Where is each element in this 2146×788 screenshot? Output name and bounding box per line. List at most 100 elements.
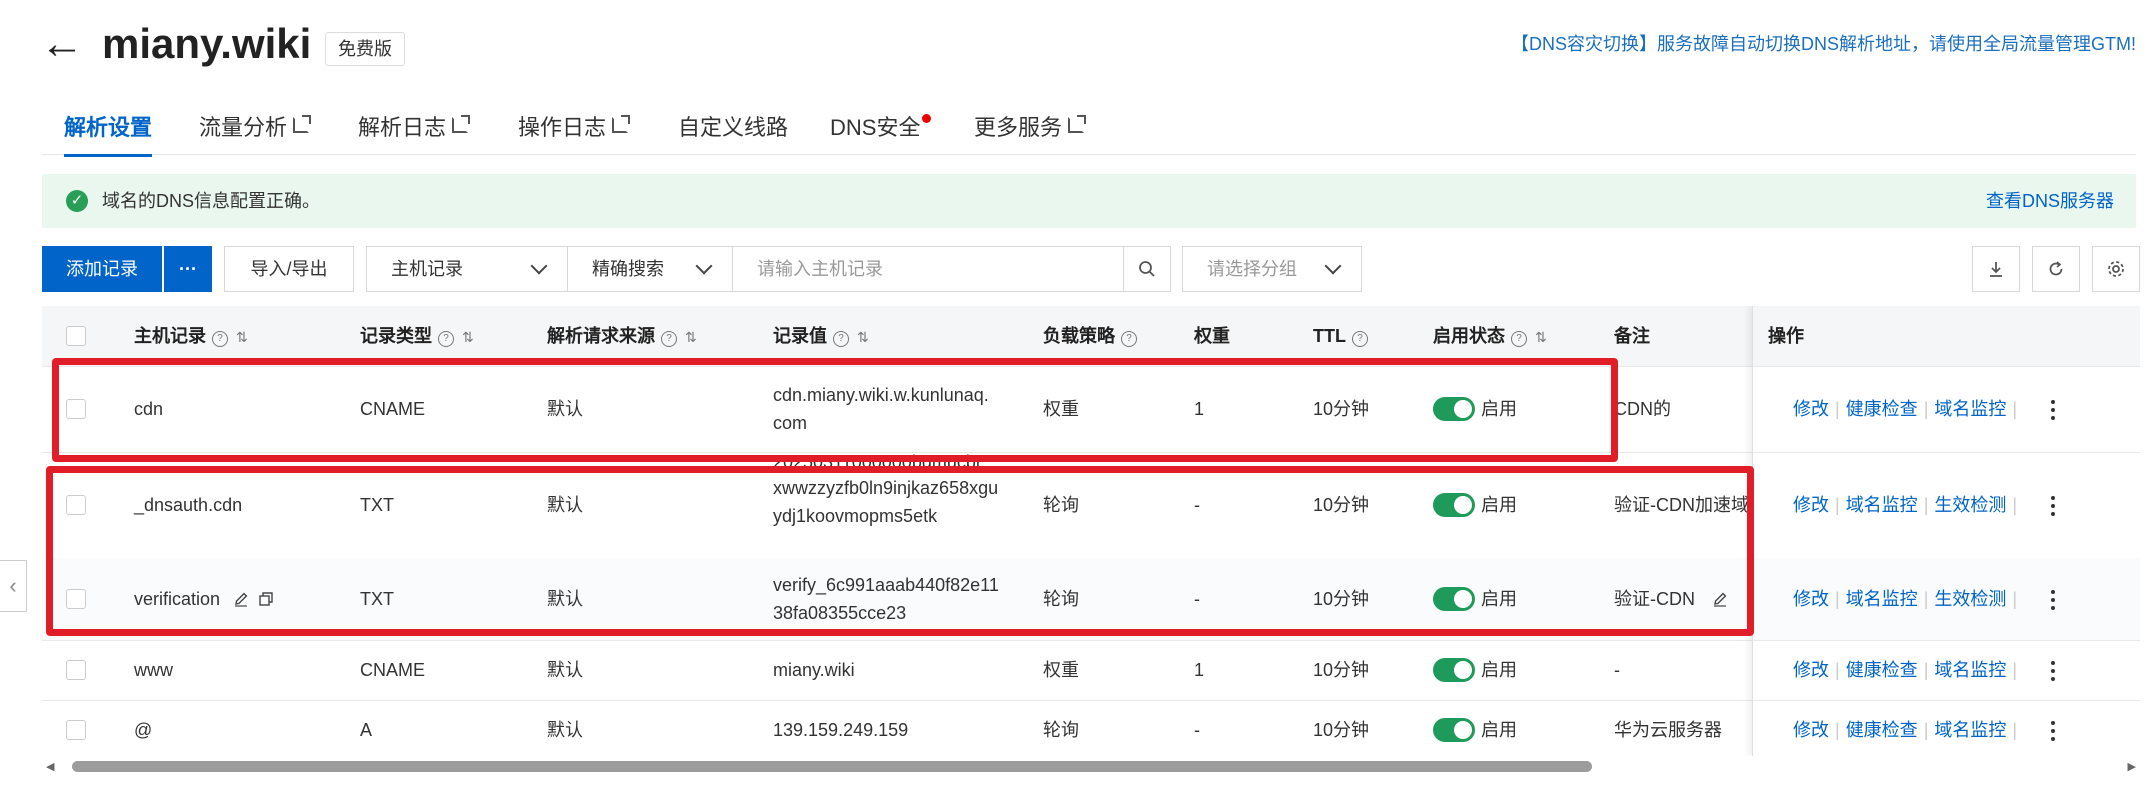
help-icon: ? — [1511, 331, 1527, 347]
more-vertical-icon[interactable] — [2051, 590, 2055, 610]
sort-icon: ⇅ — [685, 329, 697, 345]
chevron-down-icon — [695, 257, 713, 275]
tab-bar: 解析设置 流量分析 解析日志 操作日志 自定义线路 DNS安全 更多服务 — [42, 108, 2136, 157]
health-check-link[interactable]: 健康检查 — [1846, 720, 1918, 740]
external-link-icon — [293, 115, 312, 133]
collapse-sidebar-icon[interactable]: ‹ — [0, 560, 27, 612]
domain-monitor-link[interactable]: 域名监控 — [1934, 660, 2006, 680]
cell-policy: 权重 — [1043, 660, 1079, 680]
cell-type: A — [360, 720, 373, 740]
highlight-box — [46, 466, 1754, 636]
header-weight: 权重 — [1194, 326, 1230, 346]
tab-operation-logs[interactable]: 操作日志 — [518, 108, 631, 154]
add-record-button[interactable]: 添加记录 — [42, 246, 162, 292]
more-vertical-icon[interactable] — [2051, 496, 2055, 516]
settings-gear-icon[interactable] — [2092, 246, 2140, 292]
download-icon[interactable] — [1972, 246, 2020, 292]
row-ops: 修改 | 域名监控 | 生效检测 | — [1793, 495, 2018, 515]
header-ttl: TTL? — [1313, 322, 1368, 350]
select-all-checkbox[interactable] — [66, 326, 86, 346]
search-input[interactable]: 请输入主机记录 — [732, 246, 1124, 292]
tab-dns-settings[interactable]: 解析设置 — [64, 108, 153, 157]
edit-link[interactable]: 修改 — [1793, 495, 1829, 515]
status-toggle[interactable] — [1433, 718, 1475, 742]
cell-weight: 1 — [1194, 660, 1205, 680]
chevron-down-icon — [530, 257, 548, 275]
row-checkbox[interactable] — [66, 720, 86, 740]
search-field-select[interactable]: 主机记录 — [366, 246, 568, 292]
search-icon[interactable] — [1123, 246, 1171, 292]
refresh-icon[interactable] — [2032, 246, 2080, 292]
check-circle-icon: ✓ — [66, 190, 88, 212]
row-checkbox[interactable] — [66, 660, 86, 680]
tab-dns-logs[interactable]: 解析日志 — [358, 108, 471, 154]
help-icon: ? — [438, 331, 454, 347]
domain-monitor-link[interactable]: 域名监控 — [1846, 589, 1918, 609]
cell-policy: 轮询 — [1043, 720, 1079, 740]
alert-message: 域名的DNS信息配置正确。 — [102, 191, 321, 211]
more-vertical-icon[interactable] — [2051, 661, 2055, 681]
edit-link[interactable]: 修改 — [1793, 720, 1829, 740]
scrollbar-thumb[interactable] — [72, 761, 1592, 772]
cell-type: CNAME — [360, 660, 426, 680]
tab-dns-security[interactable]: DNS安全 — [830, 108, 932, 154]
row-ops: 修改 | 健康检查 | 域名监控 | — [1793, 660, 2018, 680]
cell-value: 139.159.249.159 — [773, 720, 909, 740]
status-label: 启用 — [1481, 720, 1517, 740]
import-export-button[interactable]: 导入/导出 — [224, 246, 354, 292]
edit-link[interactable]: 修改 — [1793, 660, 1829, 680]
header-policy: 负载策略? — [1043, 322, 1137, 350]
scroll-right-icon[interactable]: ▶ — [2128, 760, 2136, 773]
cell-source: 默认 — [547, 660, 583, 680]
header-value[interactable]: 记录值? ⇅ — [773, 322, 869, 351]
cell-host: @ — [134, 720, 153, 740]
add-more-button[interactable]: ··· — [164, 246, 212, 292]
edit-link[interactable]: 修改 — [1793, 589, 1829, 609]
view-dns-servers-link[interactable]: 查看DNS服务器 — [1986, 188, 2114, 214]
edit-link[interactable]: 修改 — [1793, 399, 1829, 419]
cell-remark: - — [1614, 660, 1620, 680]
tab-traffic-analysis[interactable]: 流量分析 — [199, 108, 312, 154]
effect-check-link[interactable]: 生效检测 — [1934, 495, 2006, 515]
effect-check-link[interactable]: 生效检测 — [1934, 589, 2006, 609]
more-vertical-icon[interactable] — [2051, 400, 2055, 420]
gtm-notice-link[interactable]: 【DNS容灾切换】服务故障自动切换DNS解析地址，请使用全局流量管理GTM! — [1511, 30, 2136, 58]
edition-badge: 免费版 — [325, 32, 405, 66]
tab-custom-lines[interactable]: 自定义线路 — [678, 108, 788, 154]
group-select[interactable]: 请选择分组 — [1182, 246, 1362, 292]
header-host[interactable]: 主机记录? ⇅ — [134, 322, 248, 351]
scroll-left-icon[interactable]: ◀ — [46, 760, 54, 773]
cell-ttl: 10分钟 — [1313, 660, 1370, 680]
cell-ttl: 10分钟 — [1313, 720, 1370, 740]
help-icon: ? — [212, 331, 228, 347]
help-icon: ? — [661, 331, 677, 347]
status-toggle[interactable] — [1433, 658, 1475, 682]
back-arrow-icon[interactable]: ← — [40, 20, 84, 68]
cell-value: miany.wiki — [773, 660, 855, 680]
help-icon: ? — [1352, 331, 1368, 347]
header-remark: 备注 — [1614, 326, 1650, 346]
cell-remark: CDN的 — [1614, 399, 1671, 419]
domain-monitor-link[interactable]: 域名监控 — [1934, 399, 2006, 419]
domain-monitor-link[interactable]: 域名监控 — [1846, 495, 1918, 515]
dns-status-alert: ✓ 域名的DNS信息配置正确。 查看DNS服务器 — [42, 174, 2136, 228]
header-source[interactable]: 解析请求来源? ⇅ — [547, 322, 697, 351]
cell-host: www — [134, 660, 173, 680]
tab-more-services[interactable]: 更多服务 — [974, 108, 1087, 154]
sort-icon: ⇅ — [462, 329, 474, 345]
match-mode-select[interactable]: 精确搜索 — [567, 246, 733, 292]
row-ops: 修改 | 健康检查 | 域名监控 | — [1793, 399, 2018, 419]
operation-column: 修改 | 健康检查 | 域名监控 | 修改 | 域名监控 | 生效检测 | 修改 | 域名监控 | 生效检测… — [1752, 306, 2140, 756]
sort-icon: ⇅ — [236, 329, 248, 345]
row-ops: 修改 | 健康检查 | 域名监控 | — [1793, 720, 2018, 740]
header-type[interactable]: 记录类型? ⇅ — [360, 322, 474, 351]
domain-monitor-link[interactable]: 域名监控 — [1934, 720, 2006, 740]
header-status[interactable]: 启用状态? ⇅ — [1433, 322, 1547, 351]
more-vertical-icon[interactable] — [2051, 721, 2055, 741]
highlight-box — [52, 358, 1618, 462]
notification-dot — [922, 114, 932, 123]
status-label: 启用 — [1481, 660, 1517, 680]
chevron-down-icon — [1324, 257, 1342, 275]
health-check-link[interactable]: 健康检查 — [1846, 399, 1918, 419]
health-check-link[interactable]: 健康检查 — [1846, 660, 1918, 680]
